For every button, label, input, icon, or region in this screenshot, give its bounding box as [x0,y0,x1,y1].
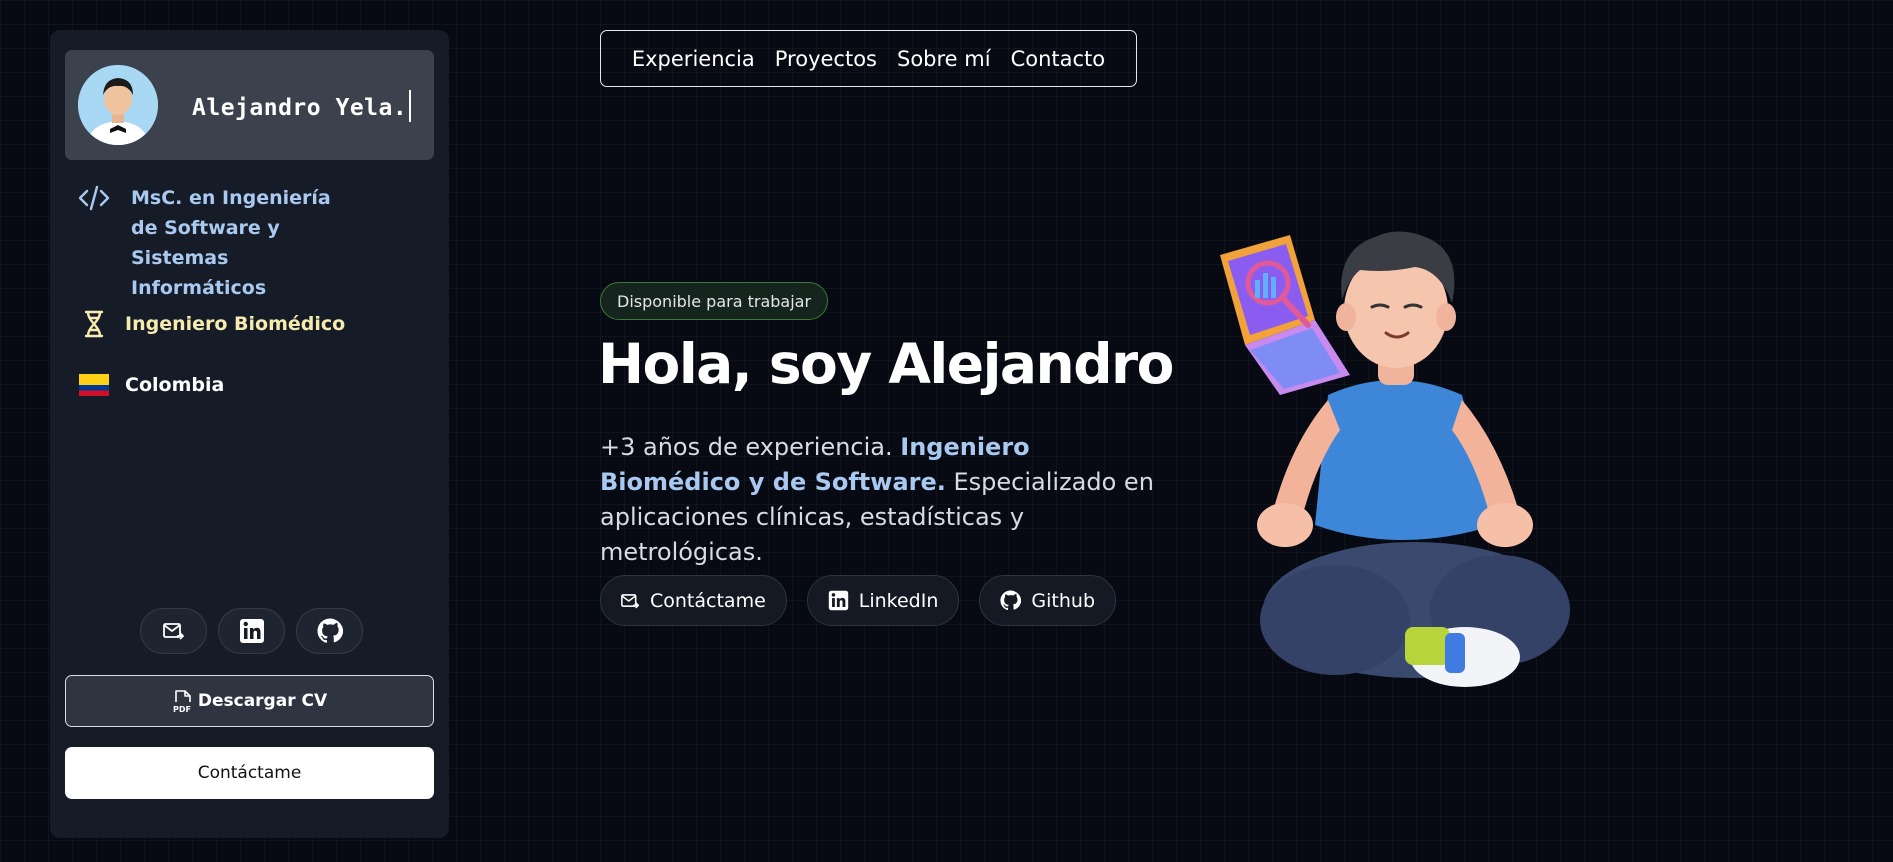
code-icon [77,183,111,213]
nav-contacto[interactable]: Contacto [1011,47,1106,71]
country-item: Colombia [77,370,224,400]
linkedin-button[interactable] [218,608,285,654]
hero-title: Hola, soy Alejandro [598,332,1174,396]
degree-item: MsC. en Ingeniería de Software y Sistema… [77,183,361,303]
hero-description: +3 años de experiencia. Ingeniero Bioméd… [600,430,1160,570]
top-nav: Experiencia Proyectos Sobre mí Contacto [600,30,1137,87]
mail-icon [621,593,640,608]
sidebar-contact-button[interactable]: Contáctame [65,747,434,799]
mail-icon [162,623,184,640]
profile-name: Alejandro Yela. [192,90,412,122]
mail-button[interactable] [140,608,207,654]
hero-linkedin-label: LinkedIn [858,589,939,612]
laptop-icon [1220,235,1350,395]
github-button[interactable] [296,608,363,654]
colombia-flag-icon [77,370,111,400]
nav-proyectos[interactable]: Proyectos [775,47,877,71]
linkedin-icon [239,619,264,643]
hero-github-button[interactable]: Github [979,575,1117,626]
avatar [78,65,158,145]
social-links [140,608,363,654]
meditating-developer-illustration [1220,231,1570,687]
hero-desc-prefix: +3 años de experiencia. [600,433,901,461]
hero-linkedin-button[interactable]: LinkedIn [806,575,960,626]
profession-label: Ingeniero Biomédico [125,313,346,335]
profile-card: Alejandro Yela. [65,50,434,160]
hero-github-label: Github [1031,589,1096,612]
availability-badge: Disponible para trabajar [600,282,829,320]
degree-label: MsC. en Ingeniería de Software y Sistema… [131,187,331,299]
svg-text:PDF: PDF [173,705,191,713]
sidebar: Alejandro Yela. MsC. en Ingeniería de So… [50,30,449,838]
linkedin-icon [828,590,848,611]
github-icon [1000,590,1022,611]
dna-icon [77,309,111,339]
download-cv-label: Descargar CV [197,691,328,711]
hero-contact-button[interactable]: Contáctame [600,575,787,626]
sidebar-contact-label: Contáctame [197,763,302,783]
availability-label: Disponible para trabajar [617,291,812,311]
text-cursor [409,90,412,122]
country-label: Colombia [125,374,225,396]
nav-sobre-mi[interactable]: Sobre mí [897,47,991,71]
github-icon [317,618,343,643]
hero-contact-label: Contáctame [650,589,766,612]
nav-experiencia[interactable]: Experiencia [632,47,755,71]
hero-actions: Contáctame LinkedIn Github [600,575,1117,626]
pdf-file-icon: PDF [173,690,191,713]
profession-item: Ingeniero Biomédico [77,309,345,339]
download-cv-button[interactable]: PDF Descargar CV [65,675,434,727]
